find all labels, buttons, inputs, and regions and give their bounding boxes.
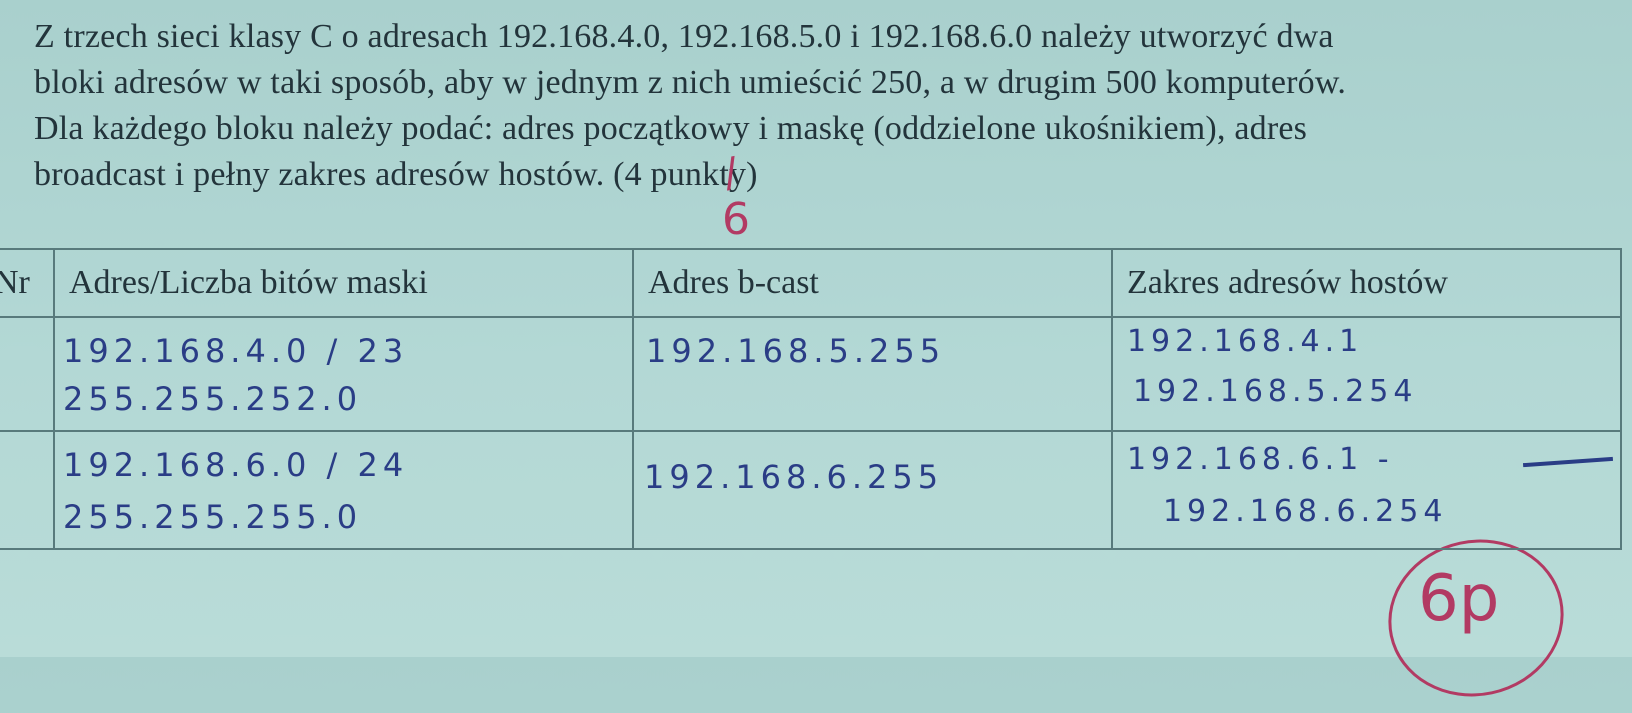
table-row: 192.168.4.0 / 23 255.255.252.0 192.168.5… bbox=[0, 316, 1623, 432]
address-value: 192.168.4.0 / 23 bbox=[62, 332, 409, 370]
header-broadcast: Adres b-cast bbox=[632, 248, 1113, 318]
cell-broadcast: 192.168.6.255 bbox=[632, 430, 1113, 550]
cell-host-range: 192.168.6.1 - 192.168.6.254 bbox=[1110, 430, 1623, 550]
question-line-2: bloki adresów w taki sposób, aby w jedny… bbox=[34, 64, 1347, 101]
host-last: 192.168.5.254 bbox=[1132, 374, 1418, 409]
broadcast-value: 192.168.6.255 bbox=[644, 458, 944, 496]
score-circled: 6p bbox=[1418, 562, 1500, 636]
points-correction: 6 bbox=[722, 194, 750, 245]
crossed-out-mark bbox=[1522, 456, 1613, 468]
header-nr: Nr bbox=[0, 248, 55, 318]
header-host-range: Zakres adresów hostów bbox=[1110, 248, 1623, 318]
question-line-4: broadcast i pełny zakres adresów hostów.… bbox=[34, 156, 758, 193]
host-first: 192.168.4.1 bbox=[1126, 324, 1364, 359]
answer-table: Nr Adres/Liczba bitów maski Adres b-cast… bbox=[0, 248, 1623, 550]
table-header-row: Nr Adres/Liczba bitów maski Adres b-cast… bbox=[0, 248, 1623, 318]
question-text: Z trzech sieci klasy C o adresach 192.16… bbox=[34, 14, 1624, 198]
host-last: 192.168.6.254 bbox=[1162, 494, 1448, 529]
cell-broadcast: 192.168.5.255 bbox=[632, 316, 1113, 432]
cell-address: 192.168.6.0 / 24 255.255.255.0 bbox=[52, 430, 635, 550]
host-first: 192.168.6.1 - bbox=[1126, 442, 1394, 477]
address-value: 192.168.6.0 / 24 bbox=[62, 446, 409, 484]
mask-value: 255.255.252.0 bbox=[62, 380, 363, 418]
cell-host-range: 192.168.4.1 192.168.5.254 bbox=[1110, 316, 1623, 432]
table-row: 192.168.6.0 / 24 255.255.255.0 192.168.6… bbox=[0, 430, 1623, 550]
header-address: Adres/Liczba bitów maski bbox=[52, 248, 635, 318]
question-line-3: Dla każdego bloku należy podać: adres po… bbox=[34, 110, 1308, 147]
mask-value: 255.255.255.0 bbox=[62, 498, 363, 536]
broadcast-value: 192.168.5.255 bbox=[646, 332, 946, 370]
cell-address: 192.168.4.0 / 23 255.255.252.0 bbox=[52, 316, 635, 432]
question-line-1: Z trzech sieci klasy C o adresach 192.16… bbox=[34, 18, 1334, 55]
